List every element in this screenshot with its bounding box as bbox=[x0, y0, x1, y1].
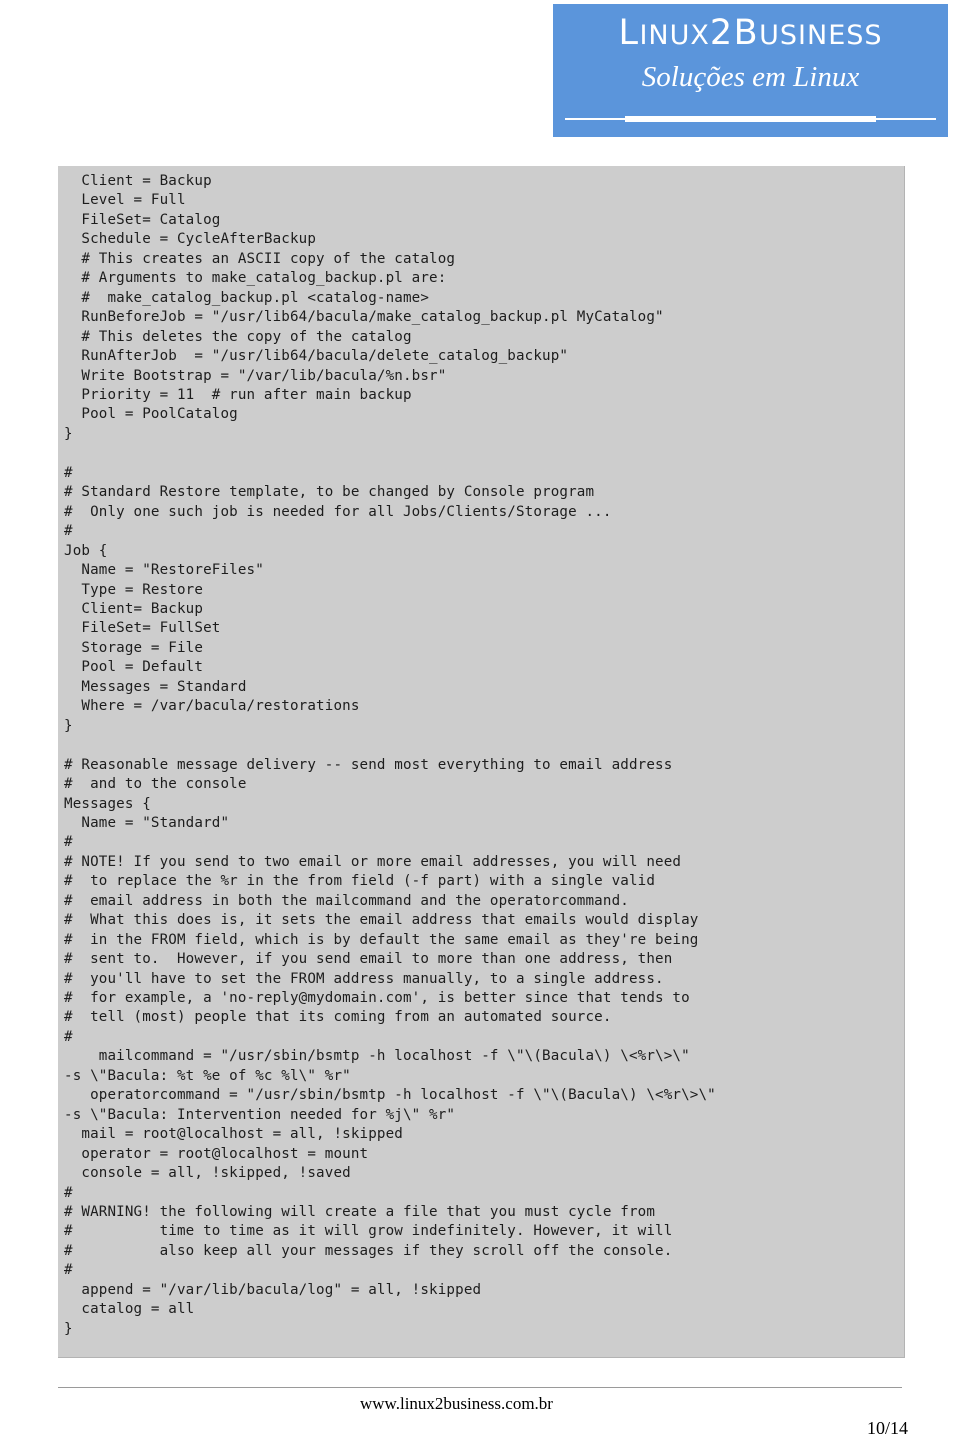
logo-wordmark-2b: 2B bbox=[709, 13, 760, 53]
logo-wordmark-l: L bbox=[618, 13, 640, 53]
logo-wordmark-usiness: USINESS bbox=[759, 20, 883, 51]
logo-wordmark: LINUX2BUSINESS bbox=[618, 12, 882, 57]
footer-page-number: 10/14 bbox=[866, 1418, 908, 1438]
page-header: LINUX2BUSINESS Soluções em Linux bbox=[0, 0, 960, 140]
code-block: Client = Backup Level = Full FileSet= Ca… bbox=[58, 166, 905, 1358]
logo-divider-rules bbox=[565, 115, 936, 123]
logo-wordmark-inux: INUX bbox=[639, 20, 710, 51]
page-footer: www.linux2business.com.br 10/14 bbox=[0, 1358, 960, 1442]
company-logo: LINUX2BUSINESS Soluções em Linux bbox=[553, 4, 948, 137]
footer-divider bbox=[58, 1387, 902, 1388]
logo-tagline: Soluções em Linux bbox=[641, 61, 860, 93]
code-listing: Client = Backup Level = Full FileSet= Ca… bbox=[64, 173, 716, 1337]
logo-rule-thick bbox=[625, 116, 876, 122]
footer-site-url: www.linux2business.com.br bbox=[360, 1394, 553, 1413]
